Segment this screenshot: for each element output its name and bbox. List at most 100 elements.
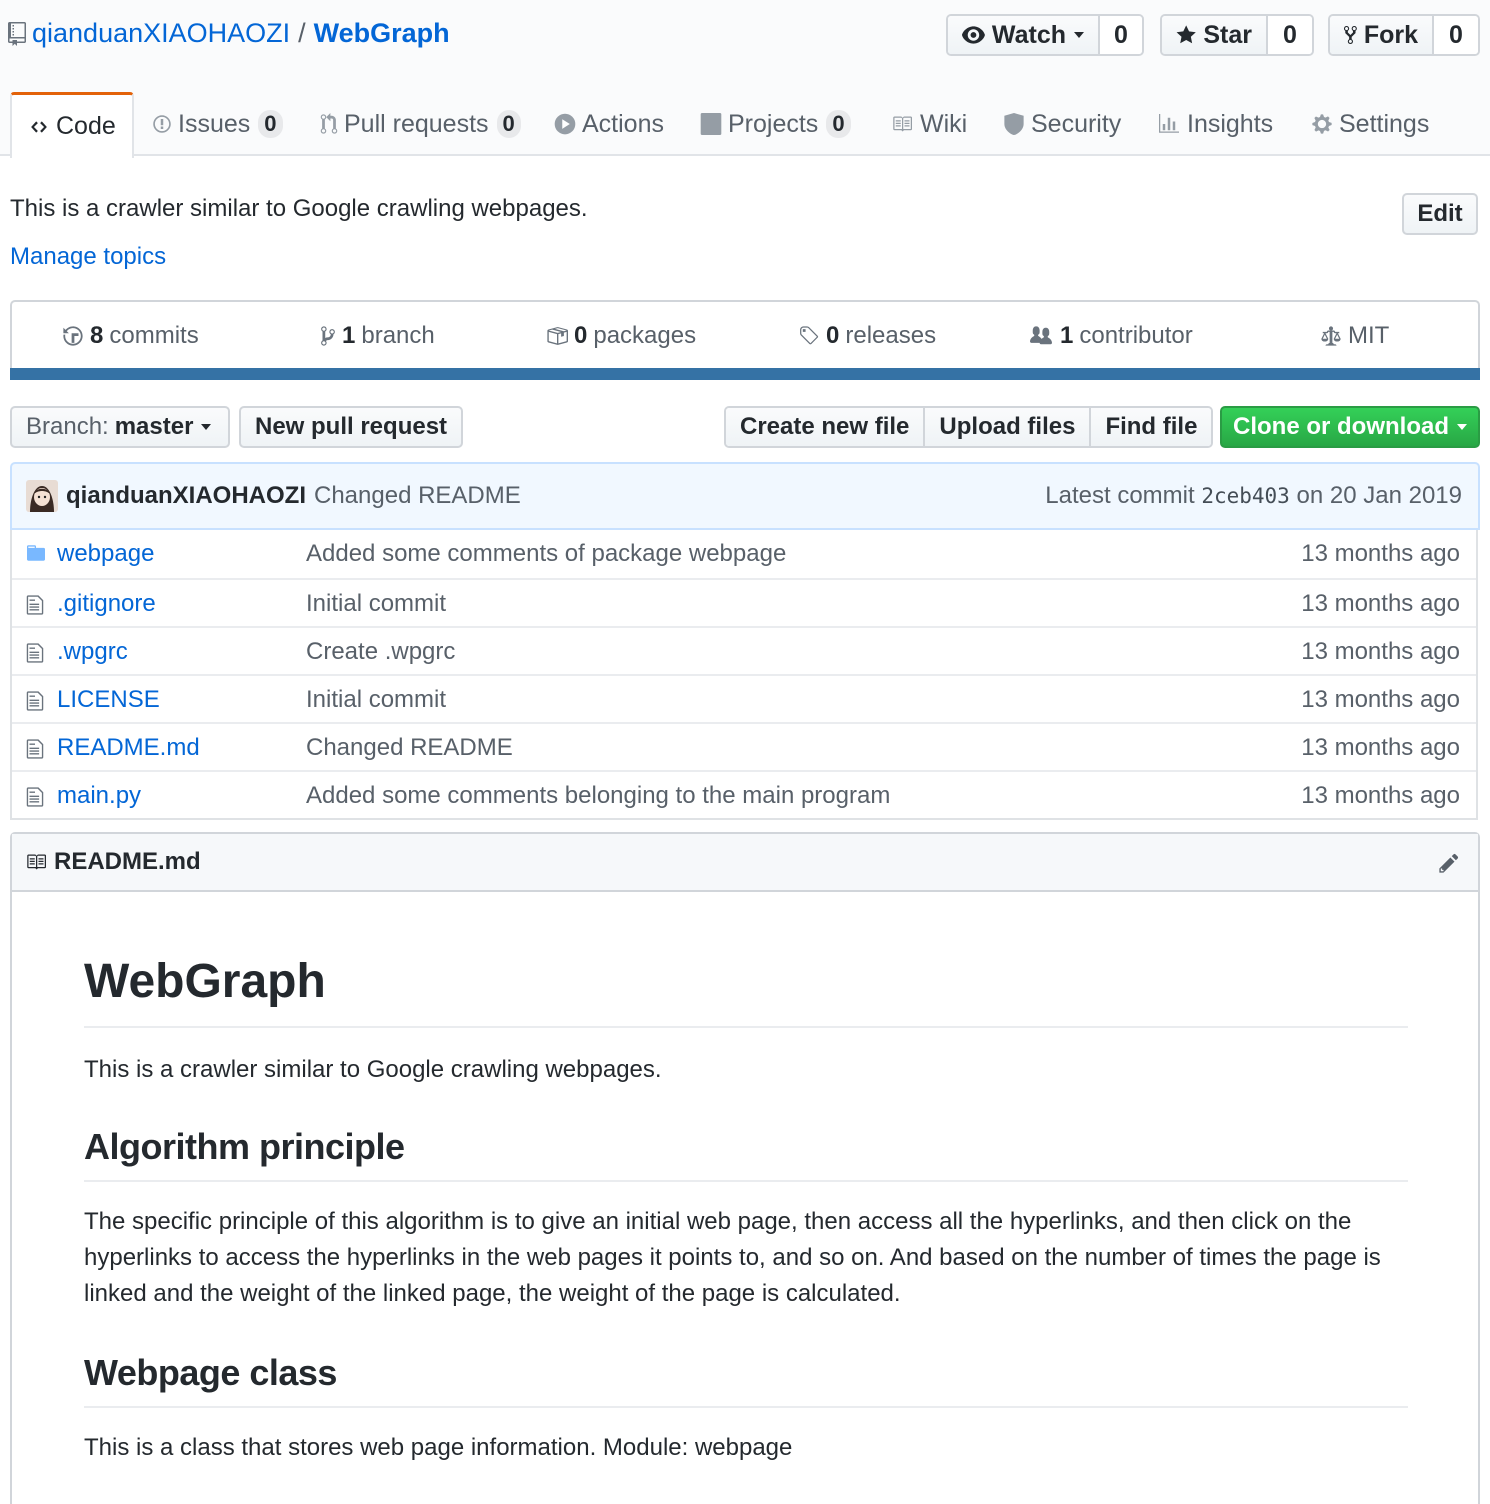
file-commit-message[interactable]: Added some comments of package webpage bbox=[306, 540, 786, 568]
star-label: Star bbox=[1203, 20, 1252, 49]
issue-icon bbox=[153, 115, 171, 133]
tab-projects-label: Projects bbox=[728, 109, 819, 138]
book-icon bbox=[893, 116, 912, 132]
readme-webpage-text: This is a class that stores web page inf… bbox=[84, 1434, 793, 1461]
branches-link[interactable]: 1 branch bbox=[320, 322, 435, 350]
commit-sha[interactable]: 2ceb403 bbox=[1201, 484, 1290, 508]
pencil-icon[interactable] bbox=[1438, 852, 1460, 874]
watch-group: Watch 0 bbox=[946, 14, 1144, 56]
repo-separator: / bbox=[298, 18, 306, 48]
projects-counter: 0 bbox=[826, 110, 851, 138]
book-icon bbox=[27, 854, 46, 870]
file-commit-message[interactable]: Changed README bbox=[306, 734, 513, 762]
branch-label: branch bbox=[361, 322, 435, 349]
tab-wiki-label: Wiki bbox=[920, 109, 968, 138]
file-name[interactable]: LICENSE bbox=[57, 686, 160, 714]
branch-icon bbox=[321, 326, 335, 346]
watch-label: Watch bbox=[991, 20, 1066, 49]
star-button[interactable]: Star bbox=[1162, 16, 1268, 54]
releases-label: releases bbox=[845, 322, 937, 349]
tab-settings-label: Settings bbox=[1339, 109, 1430, 138]
tab-insights[interactable]: Insights bbox=[1157, 92, 1273, 156]
folder-icon bbox=[27, 545, 45, 561]
commit-author[interactable]: qianduanXIAOHAOZI bbox=[66, 482, 306, 510]
license-label: MIT bbox=[1348, 322, 1390, 349]
repo-name-link[interactable]: WebGraph bbox=[314, 18, 450, 49]
history-icon bbox=[63, 326, 83, 346]
contributors-link[interactable]: 1 contributor bbox=[1028, 322, 1193, 350]
file-age: 13 months ago bbox=[1301, 590, 1460, 617]
releases-link[interactable]: 0 releases bbox=[798, 322, 936, 350]
package-icon bbox=[547, 327, 568, 345]
file-commit-message[interactable]: Added some comments belonging to the mai… bbox=[306, 782, 890, 810]
edit-description-button[interactable]: Edit bbox=[1402, 193, 1478, 235]
file-commit-message[interactable]: Create .wpgrc bbox=[306, 638, 455, 666]
readme-filename: README.md bbox=[54, 848, 201, 875]
tab-issues[interactable]: Issues 0 bbox=[152, 92, 283, 156]
manage-topics-link[interactable]: Manage topics bbox=[10, 243, 166, 271]
project-icon bbox=[700, 113, 722, 135]
avatar[interactable] bbox=[26, 480, 58, 512]
repo-icon bbox=[8, 21, 26, 46]
star-count[interactable]: 0 bbox=[1268, 16, 1312, 54]
pull-request-icon bbox=[320, 113, 338, 134]
tab-settings[interactable]: Settings bbox=[1311, 92, 1429, 156]
file-name[interactable]: webpage bbox=[57, 540, 154, 568]
fork-button[interactable]: Fork bbox=[1330, 16, 1434, 54]
file-name[interactable]: .wpgrc bbox=[57, 638, 128, 666]
table-row: README.md Changed README 13 months ago bbox=[12, 722, 1476, 770]
file-age: 13 months ago bbox=[1301, 686, 1460, 713]
fork-count[interactable]: 0 bbox=[1434, 16, 1478, 54]
tab-wiki[interactable]: Wiki bbox=[890, 92, 967, 156]
readme-heading-webpage: Webpage class bbox=[84, 1350, 1408, 1408]
contributor-count: 1 bbox=[1060, 322, 1074, 349]
commits-link[interactable]: 8 commits bbox=[62, 322, 199, 350]
readme-panel: README.md WebGraph This is a crawler sim… bbox=[10, 832, 1480, 1504]
file-name[interactable]: .gitignore bbox=[57, 590, 156, 618]
repo-header: qianduanXIAOHAOZI / WebGraph Watch 0 Sta… bbox=[0, 0, 1490, 158]
table-row: webpage Added some comments of package w… bbox=[12, 530, 1476, 578]
table-row: main.py Added some comments belonging to… bbox=[12, 770, 1476, 818]
watch-button[interactable]: Watch bbox=[948, 16, 1100, 54]
table-row: .gitignore Initial commit 13 months ago bbox=[12, 578, 1476, 626]
tab-projects[interactable]: Projects 0 bbox=[700, 92, 851, 156]
tab-security[interactable]: Security bbox=[1003, 92, 1121, 156]
shield-icon bbox=[1004, 113, 1024, 135]
watch-count[interactable]: 0 bbox=[1100, 16, 1142, 54]
repo-owner-link[interactable]: qianduanXIAOHAOZI bbox=[32, 18, 290, 49]
tab-actions-label: Actions bbox=[582, 109, 664, 138]
file-name[interactable]: README.md bbox=[57, 734, 200, 762]
repo-nav: Code Issues 0 Pull requests 0 Actions Pr… bbox=[0, 92, 1490, 158]
tab-code[interactable]: Code bbox=[10, 92, 134, 158]
star-icon bbox=[1176, 25, 1196, 44]
tab-pull-requests-label: Pull requests bbox=[344, 109, 489, 138]
find-file-button[interactable]: Find file bbox=[1091, 408, 1212, 446]
file-age: 13 months ago bbox=[1301, 734, 1460, 761]
tab-actions[interactable]: Actions bbox=[554, 92, 664, 156]
new-pull-request-button[interactable]: New pull request bbox=[239, 406, 464, 448]
tag-icon bbox=[800, 326, 819, 345]
readme-algorithm-text: The specific principle of this algorithm… bbox=[84, 1208, 1381, 1307]
gear-icon bbox=[1312, 114, 1332, 134]
latest-commit-bar: qianduanXIAOHAOZI Changed README Latest … bbox=[10, 462, 1480, 530]
license-link[interactable]: MIT bbox=[1320, 322, 1389, 350]
file-commit-message[interactable]: Initial commit bbox=[306, 686, 446, 714]
latest-commit-info: Latest commit 2ceb403 on 20 Jan 2019 bbox=[1045, 482, 1462, 510]
fork-group: Fork 0 bbox=[1328, 14, 1480, 56]
tab-security-label: Security bbox=[1031, 109, 1122, 138]
upload-files-button[interactable]: Upload files bbox=[925, 408, 1092, 446]
table-row: LICENSE Initial commit 13 months ago bbox=[12, 674, 1476, 722]
create-new-file-button[interactable]: Create new file bbox=[726, 408, 926, 446]
clone-or-download-button[interactable]: Clone or download bbox=[1220, 406, 1480, 448]
law-icon bbox=[1321, 326, 1341, 346]
packages-link[interactable]: 0 packages bbox=[546, 322, 696, 350]
file-name[interactable]: main.py bbox=[57, 782, 141, 810]
commit-message[interactable]: Changed README bbox=[314, 482, 521, 510]
tab-pull-requests[interactable]: Pull requests 0 bbox=[320, 92, 521, 156]
branch-select-button[interactable]: Branch: master bbox=[10, 406, 230, 448]
file-age: 13 months ago bbox=[1301, 540, 1460, 567]
file-commit-message[interactable]: Initial commit bbox=[306, 590, 446, 618]
file-age: 13 months ago bbox=[1301, 782, 1460, 809]
language-bar bbox=[10, 368, 1480, 380]
code-icon bbox=[31, 120, 47, 133]
